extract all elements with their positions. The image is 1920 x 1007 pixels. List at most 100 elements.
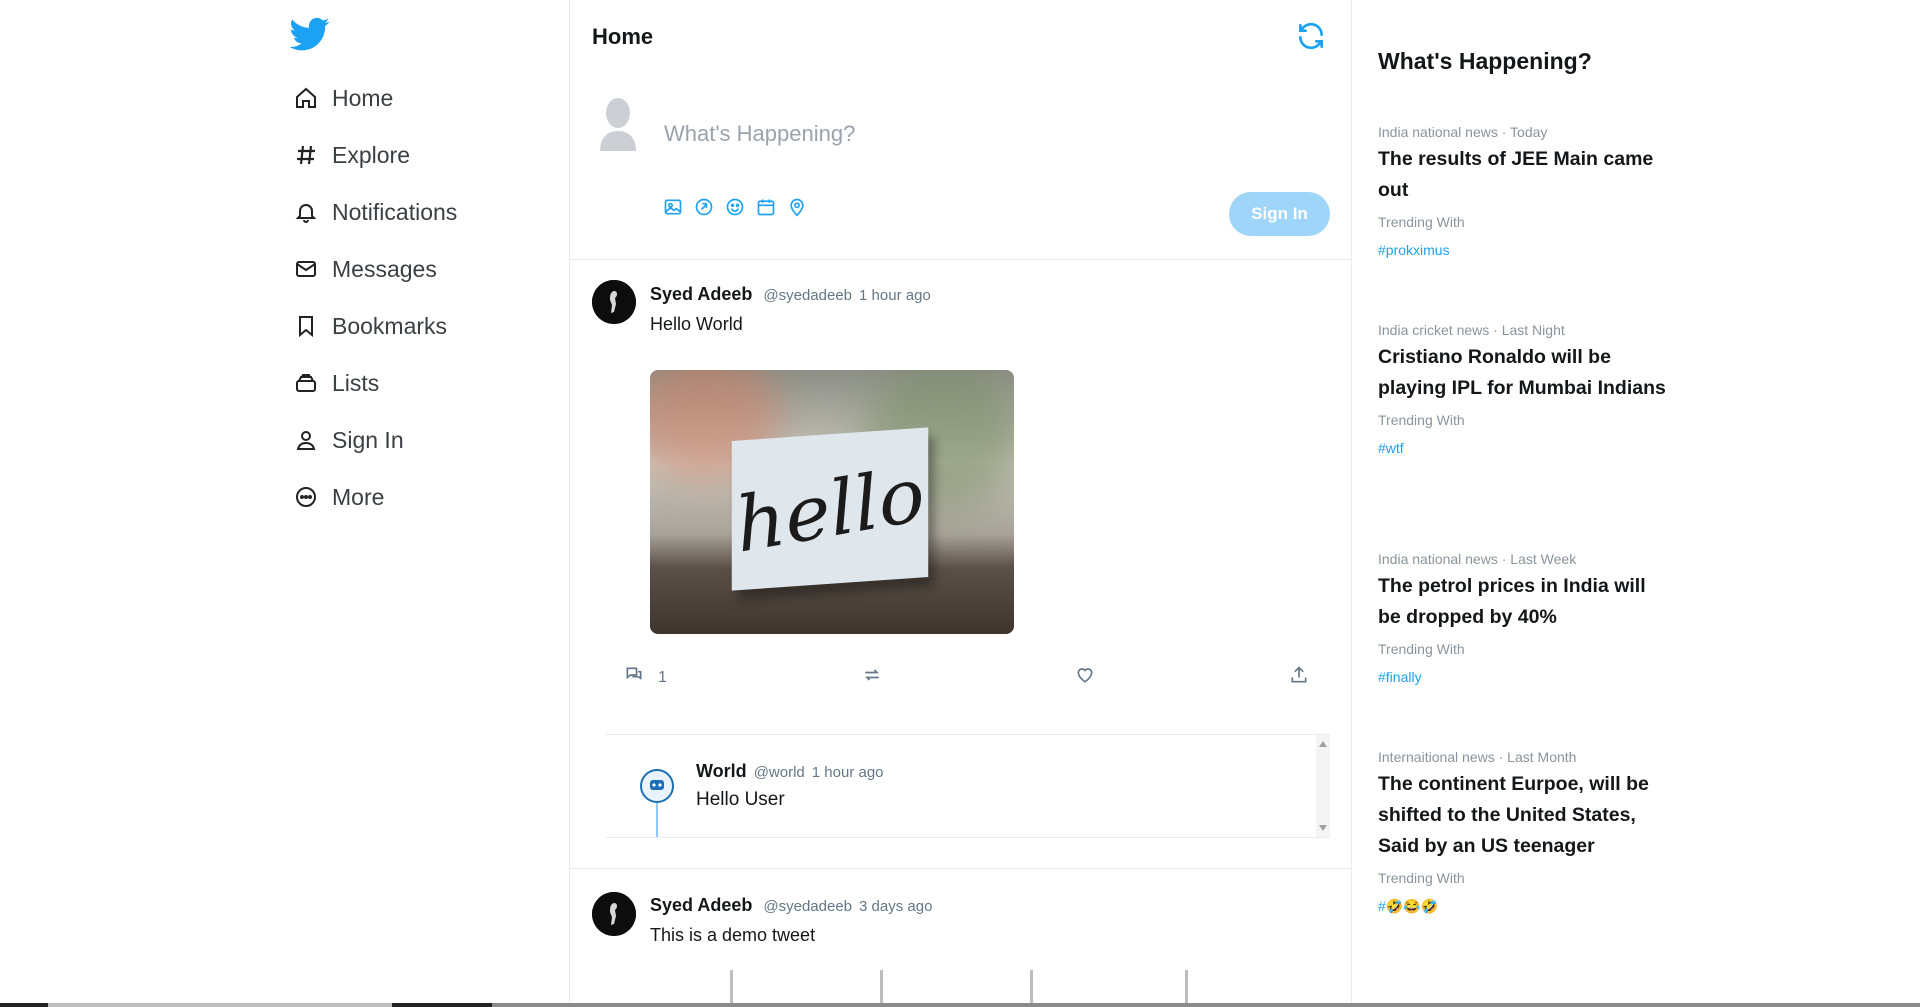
scroll-down-arrow-icon[interactable] xyxy=(1319,825,1327,831)
trend-item[interactable]: India national news · Last Week The petr… xyxy=(1378,551,1668,685)
reply-thread: World @world 1 hour ago Hello User xyxy=(606,734,1330,838)
location-icon[interactable] xyxy=(787,197,807,217)
tweet-timestamp: 1 hour ago xyxy=(859,287,931,304)
user-icon xyxy=(292,426,320,454)
trend-meta: Internaitional news · Last Month xyxy=(1378,749,1577,765)
image-detail xyxy=(1030,970,1033,1007)
hashtag-icon xyxy=(292,141,320,169)
thread-line xyxy=(656,803,658,837)
tweet-author-name[interactable]: Syed Adeeb xyxy=(650,284,752,304)
edge-segment xyxy=(48,1003,392,1007)
refresh-icon[interactable] xyxy=(1295,20,1327,52)
trend-hashtag[interactable]: #prokximus xyxy=(1378,242,1668,258)
sidebar-item-label: Bookmarks xyxy=(332,312,448,339)
sidebar-item-sign-in[interactable]: Sign In xyxy=(292,420,404,460)
tweet-divider xyxy=(570,868,1351,869)
sidebar-item-label: Lists xyxy=(332,369,380,396)
trends-title: What's Happening? xyxy=(1378,48,1592,74)
tweet-image-partial xyxy=(730,970,1230,1007)
image-icon[interactable] xyxy=(663,197,683,217)
page-title: Home xyxy=(592,24,654,49)
sidebar-item-notifications[interactable]: Notifications xyxy=(292,192,457,232)
share-button[interactable] xyxy=(1289,665,1309,690)
sign-in-button[interactable]: Sign In xyxy=(1229,192,1330,236)
bell-icon xyxy=(292,198,320,226)
reply-header: World @world 1 hour ago xyxy=(696,761,884,782)
avatar[interactable] xyxy=(592,892,636,936)
tweet-handle: @syedadeeb xyxy=(763,287,853,304)
tweet-handle: @syedadeeb xyxy=(763,898,853,915)
tweet-header: Syed Adeeb @syedadeeb 3 days ago xyxy=(650,895,932,916)
robot-avatar[interactable] xyxy=(640,769,674,803)
more-circle-icon xyxy=(292,483,320,511)
sidebar-item-explore[interactable]: Explore xyxy=(292,135,410,175)
reply-scrollbar[interactable] xyxy=(1316,735,1330,837)
like-button[interactable] xyxy=(1075,665,1095,690)
trend-headline: The continent Eurpoe, will be shifted to… xyxy=(1378,773,1649,857)
trend-meta: India national news · Today xyxy=(1378,124,1548,140)
left-sidebar: Home Explore Notifications Messages Book… xyxy=(280,0,570,1007)
trend-item[interactable]: India national news · Today The results … xyxy=(1378,124,1668,258)
sidebar-item-label: Explore xyxy=(332,141,410,168)
trend-item[interactable]: India cricket news · Last Night Cristian… xyxy=(1378,322,1668,456)
avatar[interactable] xyxy=(592,280,636,324)
comment-icon xyxy=(624,665,644,690)
scroll-up-arrow-icon[interactable] xyxy=(1319,741,1327,747)
sidebar-item-label: Messages xyxy=(332,255,437,282)
tweet-image[interactable]: hello xyxy=(650,370,1014,634)
retweet-button[interactable] xyxy=(862,665,882,690)
trend-with-label: Trending With xyxy=(1378,870,1465,886)
tweet-actions: 1 xyxy=(570,665,1351,695)
trend-hashtag[interactable]: #wtf xyxy=(1378,440,1668,456)
tweet-composer: Sign In xyxy=(570,75,1351,260)
reply-count: 1 xyxy=(658,668,667,686)
image-detail xyxy=(730,970,733,1007)
trend-meta: India cricket news · Last Night xyxy=(1378,322,1565,338)
gif-icon[interactable] xyxy=(694,197,714,217)
bookmark-icon xyxy=(292,312,320,340)
sidebar-item-label: Notifications xyxy=(332,198,458,225)
hello-sign: hello xyxy=(731,427,929,591)
home-icon xyxy=(292,84,320,112)
image-detail xyxy=(1185,970,1188,1007)
trend-with-label: Trending With xyxy=(1378,412,1465,428)
sidebar-item-more[interactable]: More xyxy=(292,477,384,517)
trend-meta: India national news · Last Week xyxy=(1378,551,1577,567)
tweet-text: Hello World xyxy=(650,314,743,334)
calendar-icon[interactable] xyxy=(756,197,776,217)
reply-handle: @world xyxy=(753,764,805,781)
reply-timestamp: 1 hour ago xyxy=(811,764,884,781)
edge-segment xyxy=(492,1003,1920,1007)
trend-hashtag[interactable]: #🤣😂🤣 xyxy=(1378,898,1668,915)
feed-header: Home xyxy=(570,0,1351,75)
default-avatar-icon xyxy=(594,95,642,151)
trend-item[interactable]: Internaitional news · Last Month The con… xyxy=(1378,749,1668,915)
reply-button[interactable]: 1 xyxy=(624,665,667,690)
trend-hashtag[interactable]: #finally xyxy=(1378,669,1668,685)
reply-author-name[interactable]: World xyxy=(696,761,747,781)
sidebar-item-lists[interactable]: Lists xyxy=(292,363,379,403)
sidebar-item-label: Sign In xyxy=(332,426,404,453)
trend-headline: Cristiano Ronaldo will be playing IPL fo… xyxy=(1378,346,1666,399)
trend-with-label: Trending With xyxy=(1378,641,1465,657)
tweet-timestamp: 3 days ago xyxy=(859,898,933,915)
emoji-icon[interactable] xyxy=(725,197,745,217)
image-detail xyxy=(880,970,883,1007)
retweet-icon xyxy=(862,665,882,690)
list-icon xyxy=(292,369,320,397)
tweet-text: This is a demo tweet xyxy=(650,925,816,945)
sidebar-item-home[interactable]: Home xyxy=(292,78,393,118)
bottom-edge xyxy=(0,1003,1920,1007)
reply-text: Hello User xyxy=(696,789,785,810)
tweet-author-name[interactable]: Syed Adeeb xyxy=(650,895,752,915)
sidebar-item-label: More xyxy=(332,483,385,510)
sidebar-item-label: Home xyxy=(332,84,394,111)
envelope-icon xyxy=(292,255,320,283)
composer-toolbar xyxy=(663,197,807,217)
sidebar-item-messages[interactable]: Messages xyxy=(292,249,437,289)
sidebar-item-bookmarks[interactable]: Bookmarks xyxy=(292,306,447,346)
tweet-header: Syed Adeeb @syedadeeb 1 hour ago xyxy=(650,284,931,305)
compose-tweet-input[interactable] xyxy=(662,113,1226,155)
twitter-bird-icon[interactable] xyxy=(289,14,330,54)
share-icon xyxy=(1289,665,1309,690)
